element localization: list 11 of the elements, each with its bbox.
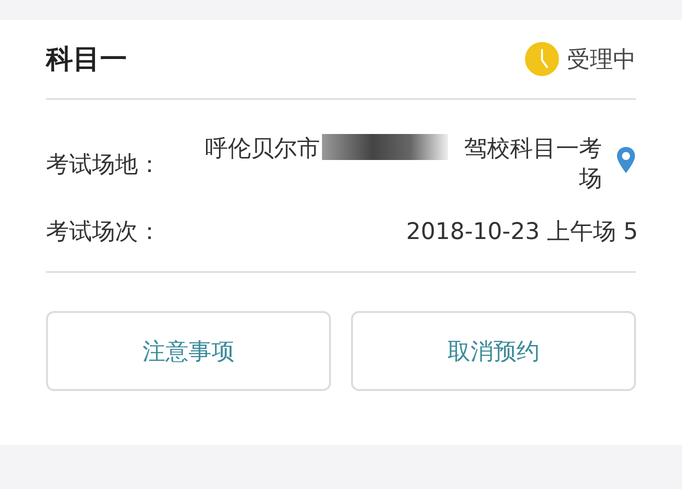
location-pin-icon[interactable]	[616, 146, 636, 174]
clock-icon	[525, 42, 559, 76]
field-value: 2018-10-23 上午场 5	[406, 218, 638, 246]
field-label: 考试场次：	[46, 218, 161, 247]
address-text: 呼伦贝尔市	[205, 135, 320, 164]
card-title: 科目一	[46, 43, 127, 77]
status-text: 受理中	[567, 46, 636, 74]
action-button[interactable]: 取消预约	[351, 311, 636, 391]
action-button[interactable]: 注意事项	[46, 311, 331, 391]
field-label: 考试场地：	[46, 150, 161, 180]
address-text: 驾校科目一考场	[463, 135, 602, 194]
